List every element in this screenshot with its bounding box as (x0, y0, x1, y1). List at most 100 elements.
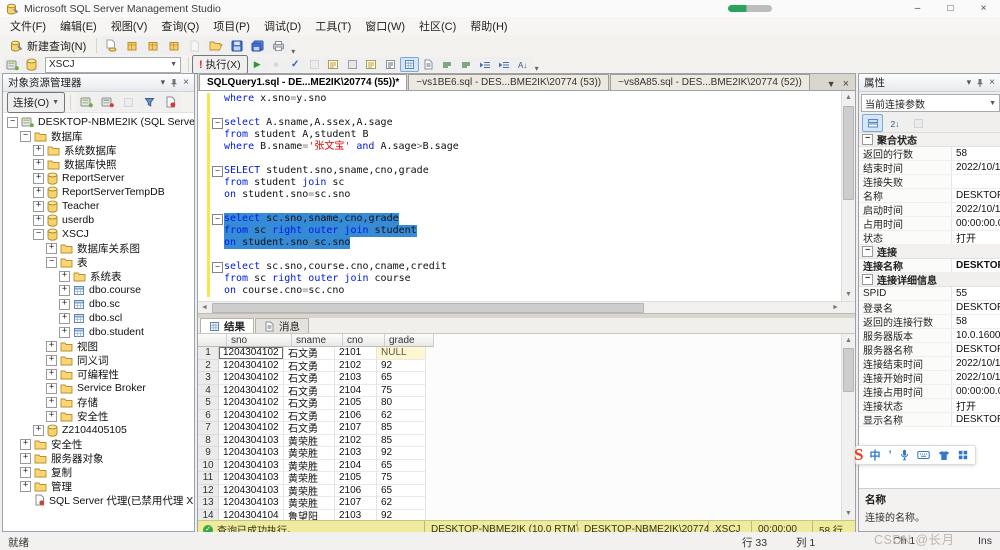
chinese-mode-icon[interactable]: 中 (869, 447, 880, 463)
column-header[interactable] (198, 334, 227, 347)
scroll-up-icon[interactable]: ▲ (842, 334, 855, 347)
expand-toggle-icon[interactable]: + (59, 285, 70, 296)
tree-item[interactable]: +系统数据库 (3, 143, 194, 157)
result-cell[interactable]: 2103 (335, 510, 377, 521)
column-header[interactable]: sno (227, 334, 292, 347)
window-position-icon[interactable]: ▾ (967, 77, 972, 88)
property-row[interactable]: SPID55 (859, 287, 1000, 301)
tree-item[interactable]: +安全性 (3, 409, 194, 423)
categorized-button[interactable] (862, 114, 883, 132)
disconnect-button[interactable] (76, 93, 97, 111)
property-row[interactable]: 占用时间00:00:00.054 (859, 217, 1000, 231)
result-cell[interactable]: 62 (377, 410, 426, 423)
tree-item[interactable]: +数据库快照 (3, 157, 194, 171)
database-combobox[interactable]: XSCJ ▼ (45, 57, 181, 73)
close-document-icon[interactable]: × (843, 78, 849, 90)
toolbar-overflow-icon[interactable]: ▾ (291, 47, 295, 56)
fold-margin[interactable]: − (211, 261, 224, 273)
soft-keyboard-icon[interactable] (917, 450, 930, 460)
result-cell[interactable]: 黄荣胜 (284, 447, 335, 460)
scroll-right-icon[interactable]: ► (829, 302, 842, 313)
fold-collapse-icon[interactable]: − (212, 214, 223, 225)
tree-item[interactable]: +服务器对象 (3, 451, 194, 465)
sogou-logo-icon[interactable]: S (854, 447, 863, 463)
save-all-button[interactable] (247, 37, 268, 55)
result-cell[interactable]: 石文勇 (284, 385, 335, 398)
result-cell[interactable]: 黄荣胜 (284, 435, 335, 448)
scroll-up-icon[interactable]: ▲ (842, 91, 855, 104)
tree-item[interactable]: +dbo.sc (3, 297, 194, 311)
tree-item[interactable]: +SQL Server 代理(已禁用代理 XP) (3, 493, 194, 507)
result-cell[interactable]: 2103 (335, 372, 377, 385)
sql-editor[interactable]: where x.sno=y.sno−select A.sname,A.ssex,… (198, 91, 855, 301)
result-cell[interactable]: 92 (377, 447, 426, 460)
result-cell[interactable]: 85 (377, 422, 426, 435)
tree-item[interactable]: −DESKTOP-NBME2IK (SQL Server 10.0.160 (3, 115, 194, 129)
result-cell[interactable]: 65 (377, 372, 426, 385)
result-cell[interactable]: 75 (377, 472, 426, 485)
result-cell[interactable]: 石文勇 (284, 360, 335, 373)
window-position-icon[interactable]: ▾ (161, 77, 166, 88)
row-number-cell[interactable]: 11 (198, 472, 219, 485)
menu-item[interactable]: 文件(F) (3, 16, 53, 36)
expand-toggle-icon[interactable]: + (33, 201, 44, 212)
result-cell[interactable]: 1204304104 (219, 510, 284, 521)
menu-item[interactable]: 窗口(W) (358, 16, 412, 36)
indent-increase-button[interactable] (495, 57, 514, 72)
row-number-cell[interactable]: 13 (198, 497, 219, 510)
properties-object-combobox[interactable]: 当前连接参数 ▼ (861, 94, 1000, 112)
result-cell[interactable]: 石文勇 (284, 410, 335, 423)
column-header[interactable]: cno (343, 334, 385, 347)
expand-toggle-icon[interactable]: + (46, 369, 57, 380)
row-number-cell[interactable]: 5 (198, 397, 219, 410)
active-files-icon[interactable]: ▼ (827, 79, 836, 89)
expand-toggle-icon[interactable]: + (46, 397, 57, 408)
tree-item[interactable]: +安全性 (3, 437, 194, 451)
row-number-cell[interactable]: 8 (198, 435, 219, 448)
property-group-header[interactable]: −连接详细信息 (859, 273, 1000, 287)
column-header[interactable]: sname (292, 334, 343, 347)
result-cell[interactable]: 1204304103 (219, 485, 284, 498)
result-cell[interactable]: 1204304103 (219, 447, 284, 460)
result-cell[interactable]: 2107 (335, 497, 377, 510)
intellisense-enabled-button[interactable]: A↓ (514, 57, 533, 72)
scroll-down-icon[interactable]: ▼ (842, 507, 855, 520)
row-number-cell[interactable]: 7 (198, 422, 219, 435)
scroll-left-icon[interactable]: ◄ (198, 302, 211, 313)
row-number-cell[interactable]: 14 (198, 510, 219, 521)
result-cell[interactable]: 1204304102 (219, 347, 284, 360)
result-cell[interactable]: 1204304102 (219, 372, 284, 385)
property-row[interactable]: 连接结束时间2022/10/14 11:55 (859, 357, 1000, 371)
row-number-cell[interactable]: 3 (198, 372, 219, 385)
result-cell[interactable]: 62 (377, 497, 426, 510)
row-number-cell[interactable]: 12 (198, 485, 219, 498)
property-row[interactable]: 连接状态打开 (859, 399, 1000, 413)
result-cell[interactable]: 2104 (335, 385, 377, 398)
collapse-toggle-icon[interactable]: − (7, 117, 18, 128)
result-cell[interactable]: 2103 (335, 447, 377, 460)
menu-item[interactable]: 调试(D) (257, 16, 308, 36)
collapse-toggle-icon[interactable]: − (862, 246, 873, 257)
expand-toggle-icon[interactable]: + (33, 145, 44, 156)
row-number-cell[interactable]: 2 (198, 360, 219, 373)
tree-item[interactable]: +dbo.student (3, 325, 194, 339)
result-cell[interactable]: 2102 (335, 435, 377, 448)
new-query-button[interactable]: 新建查询(N) (3, 36, 93, 56)
filter-button[interactable] (139, 93, 160, 111)
fold-collapse-icon[interactable]: − (212, 166, 223, 177)
tree-item[interactable]: −XSCJ (3, 227, 194, 241)
alphabetical-button[interactable]: 2↓ (885, 114, 906, 132)
row-number-cell[interactable]: 10 (198, 460, 219, 473)
document-tab[interactable]: SQLQuery1.sql - DE...ME2IK\20774 (55))* (199, 74, 407, 90)
property-row[interactable]: 连接名称DESKTOP-NBME2IK (859, 259, 1000, 273)
editor-vertical-scrollbar[interactable]: ▲ ▼ (841, 91, 855, 301)
uncomment-selection-button[interactable] (457, 57, 476, 72)
document-tab[interactable]: ~vs1BE6.sql - DES...BME2IK\20774 (53)) (408, 74, 609, 90)
include-actual-plan-button[interactable] (362, 57, 381, 72)
result-cell[interactable]: 1204304102 (219, 360, 284, 373)
result-cell[interactable]: 黄荣胜 (284, 472, 335, 485)
punctuation-mode-icon[interactable]: ’ (888, 449, 891, 461)
tree-item[interactable]: +复制 (3, 465, 194, 479)
show-estimated-plan-button[interactable] (324, 57, 343, 72)
property-group-header[interactable]: −连接 (859, 245, 1000, 259)
